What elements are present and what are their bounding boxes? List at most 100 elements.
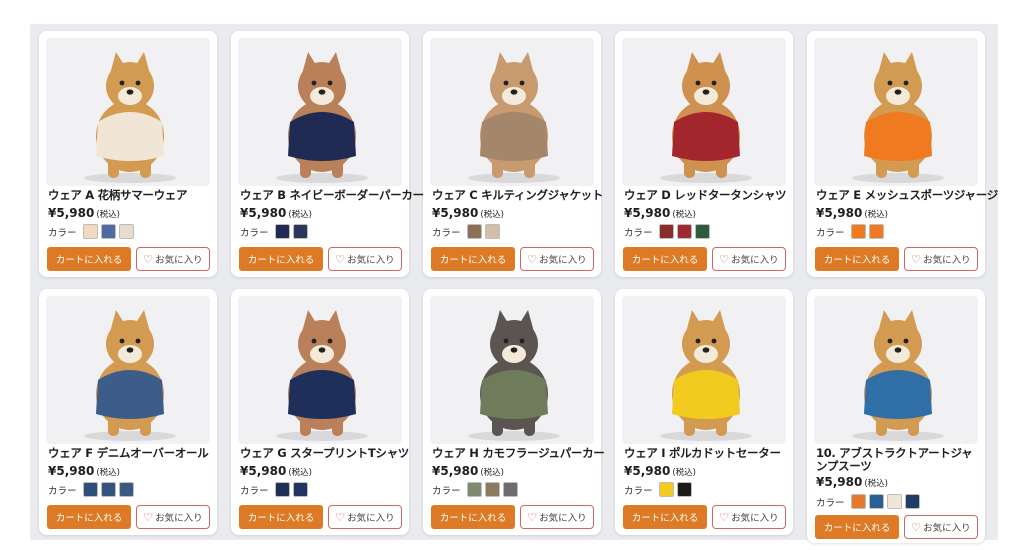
add-to-cart-button[interactable]: カートに入れる (431, 247, 515, 271)
product-price: ¥5,980 (税込) (48, 206, 120, 220)
color-swatch[interactable] (868, 224, 884, 239)
add-to-cart-button[interactable]: カートに入れる (431, 505, 515, 529)
add-to-cart-button[interactable]: カートに入れる (239, 505, 323, 529)
color-swatch[interactable] (484, 482, 500, 497)
favorite-button[interactable]: ♡ お気に入り (520, 505, 594, 529)
product-name[interactable]: ウェア C キルティングジャケット (432, 189, 603, 202)
color-swatch[interactable] (904, 494, 920, 509)
product-card[interactable]: ウェア C キルティングジャケット ¥5,980 (税込) カラー カートに入れる ♡ お気… (423, 31, 603, 277)
favorite-button[interactable]: ♡ お気に入り (328, 247, 402, 271)
color-swatch[interactable] (466, 482, 482, 497)
color-swatch[interactable] (118, 224, 134, 239)
product-price: ¥5,980 (税込) (624, 464, 696, 478)
add-to-cart-button[interactable]: カートに入れる (815, 247, 899, 271)
product-image[interactable] (430, 296, 594, 444)
color-swatch[interactable] (100, 482, 116, 497)
heart-icon: ♡ (527, 252, 538, 266)
product-card[interactable]: ウェア I ポルカドットセーター ¥5,980 (税込) カラーカートに入れる ♡ お気に… (615, 289, 793, 535)
add-to-cart-button[interactable]: カートに入れる (623, 505, 707, 529)
favorite-button[interactable]: ♡ お気に入り (712, 505, 786, 529)
add-to-cart-button[interactable]: カートに入れる (815, 515, 899, 539)
favorite-label: お気に入り (347, 513, 395, 524)
color-swatch[interactable] (658, 482, 674, 497)
add-to-cart-button[interactable]: カートに入れる (623, 247, 707, 271)
favorite-button[interactable]: ♡ お気に入り (904, 247, 978, 271)
favorite-label: お気に入り (923, 255, 971, 266)
color-options: カラー (816, 494, 920, 509)
favorite-label: お気に入り (539, 255, 587, 266)
product-name[interactable]: ウェア E メッシュスポーツジャージ (816, 189, 998, 202)
color-swatch[interactable] (502, 482, 518, 497)
product-name[interactable]: ウェア H カモフラージュパーカー (432, 447, 605, 460)
favorite-button[interactable]: ♡ お気に入り (904, 515, 978, 539)
product-image[interactable] (622, 296, 786, 444)
favorite-label: お気に入り (731, 255, 779, 266)
color-swatch[interactable] (484, 224, 500, 239)
tax-label: (税込) (96, 468, 120, 478)
product-image[interactable] (814, 296, 978, 444)
product-card[interactable]: ウェア G スタープリントTシャツ ¥5,980 (税込) カラー カートに入れる ♡ お気… (231, 289, 409, 535)
color-swatch[interactable] (850, 224, 866, 239)
product-name[interactable]: ウェア F デニムオーバーオール (48, 447, 214, 460)
product-card[interactable]: ウェア E メッシュスポーツジャージ ¥5,980 (税込) カラー カートに入れる ♡ お… (807, 31, 998, 277)
color-swatch[interactable] (292, 482, 308, 497)
color-options: カラー (432, 482, 518, 497)
favorite-label: お気に入り (923, 523, 971, 534)
heart-icon: ♡ (335, 252, 346, 266)
add-to-cart-button[interactable]: カートに入れる (239, 247, 323, 271)
product-price: ¥5,980 (税込) (624, 206, 696, 220)
color-swatch[interactable] (82, 482, 98, 497)
product-name[interactable]: ウェア I ポルカドットセーター (624, 447, 790, 460)
color-swatch[interactable] (658, 224, 674, 239)
heart-icon: ♡ (911, 252, 922, 266)
color-swatch[interactable] (850, 494, 866, 509)
color-swatch[interactable] (868, 494, 884, 509)
color-swatch[interactable] (82, 224, 98, 239)
favorite-button[interactable]: ♡ お気に入り (520, 247, 594, 271)
product-name[interactable]: 10. アブストラクトアートジャンプスーツ (816, 447, 982, 473)
color-swatch[interactable] (100, 224, 116, 239)
color-swatch[interactable] (676, 224, 692, 239)
product-name[interactable]: ウェア A 花柄サマーウェア (48, 189, 214, 202)
color-swatch[interactable] (274, 482, 290, 497)
add-to-cart-button[interactable]: カートに入れる (47, 247, 131, 271)
product-card[interactable]: ウェア B ネイビーボーダーパーカー ¥5,980 (税込) カラー カートに入れる ♡ お… (231, 31, 424, 277)
product-card[interactable]: ウェア F デニムオーバーオール ¥5,980 (税込) カラー カートに入れる ♡ お気に… (39, 289, 217, 535)
product-image[interactable] (46, 296, 210, 444)
favorite-button[interactable]: ♡ お気に入り (712, 247, 786, 271)
color-options: カラー (48, 224, 134, 239)
color-swatch[interactable] (274, 224, 290, 239)
product-name[interactable]: ウェア B ネイビーボーダーパーカー (240, 189, 424, 202)
tax-label: (税込) (96, 210, 120, 220)
product-image[interactable] (430, 38, 594, 186)
color-label: カラー (48, 485, 77, 497)
product-card[interactable]: ウェア H カモフラージュパーカー ¥5,980 (税込) カラー カートに入れる ♡ お気… (423, 289, 605, 535)
color-swatch[interactable] (886, 494, 902, 509)
color-label: カラー (432, 485, 461, 497)
product-card[interactable]: ウェア D レッドタータンシャツ ¥5,980 (税込) カラー カートに入れる ♡ お気に… (615, 31, 793, 277)
favorite-button[interactable]: ♡ お気に入り (136, 505, 210, 529)
product-image[interactable] (46, 38, 210, 186)
favorite-button[interactable]: ♡ お気に入り (328, 505, 402, 529)
product-image[interactable] (238, 38, 402, 186)
product-image[interactable] (622, 38, 786, 186)
color-label: カラー (624, 485, 653, 497)
favorite-label: お気に入り (539, 513, 587, 524)
color-swatch[interactable] (118, 482, 134, 497)
product-name[interactable]: ウェア D レッドタータンシャツ (624, 189, 790, 202)
heart-icon: ♡ (143, 510, 154, 524)
product-card[interactable]: 10. アブストラクトアートジャンプスーツ ¥5,980 (税込) カラー カートに入れ… (807, 289, 985, 543)
product-image[interactable] (238, 296, 402, 444)
color-swatch[interactable] (694, 224, 710, 239)
product-name[interactable]: ウェア G スタープリントTシャツ (240, 447, 409, 460)
favorite-label: お気に入り (155, 513, 203, 524)
product-image[interactable] (814, 38, 978, 186)
product-price: ¥5,980 (税込) (240, 206, 312, 220)
tax-label: (税込) (480, 210, 504, 220)
color-swatch[interactable] (466, 224, 482, 239)
favorite-button[interactable]: ♡ お気に入り (136, 247, 210, 271)
add-to-cart-button[interactable]: カートに入れる (47, 505, 131, 529)
color-swatch[interactable] (676, 482, 692, 497)
product-card[interactable]: ウェア A 花柄サマーウェア ¥5,980 (税込) カラーカートに入れる ♡ お気に入り (39, 31, 217, 277)
color-swatch[interactable] (292, 224, 308, 239)
